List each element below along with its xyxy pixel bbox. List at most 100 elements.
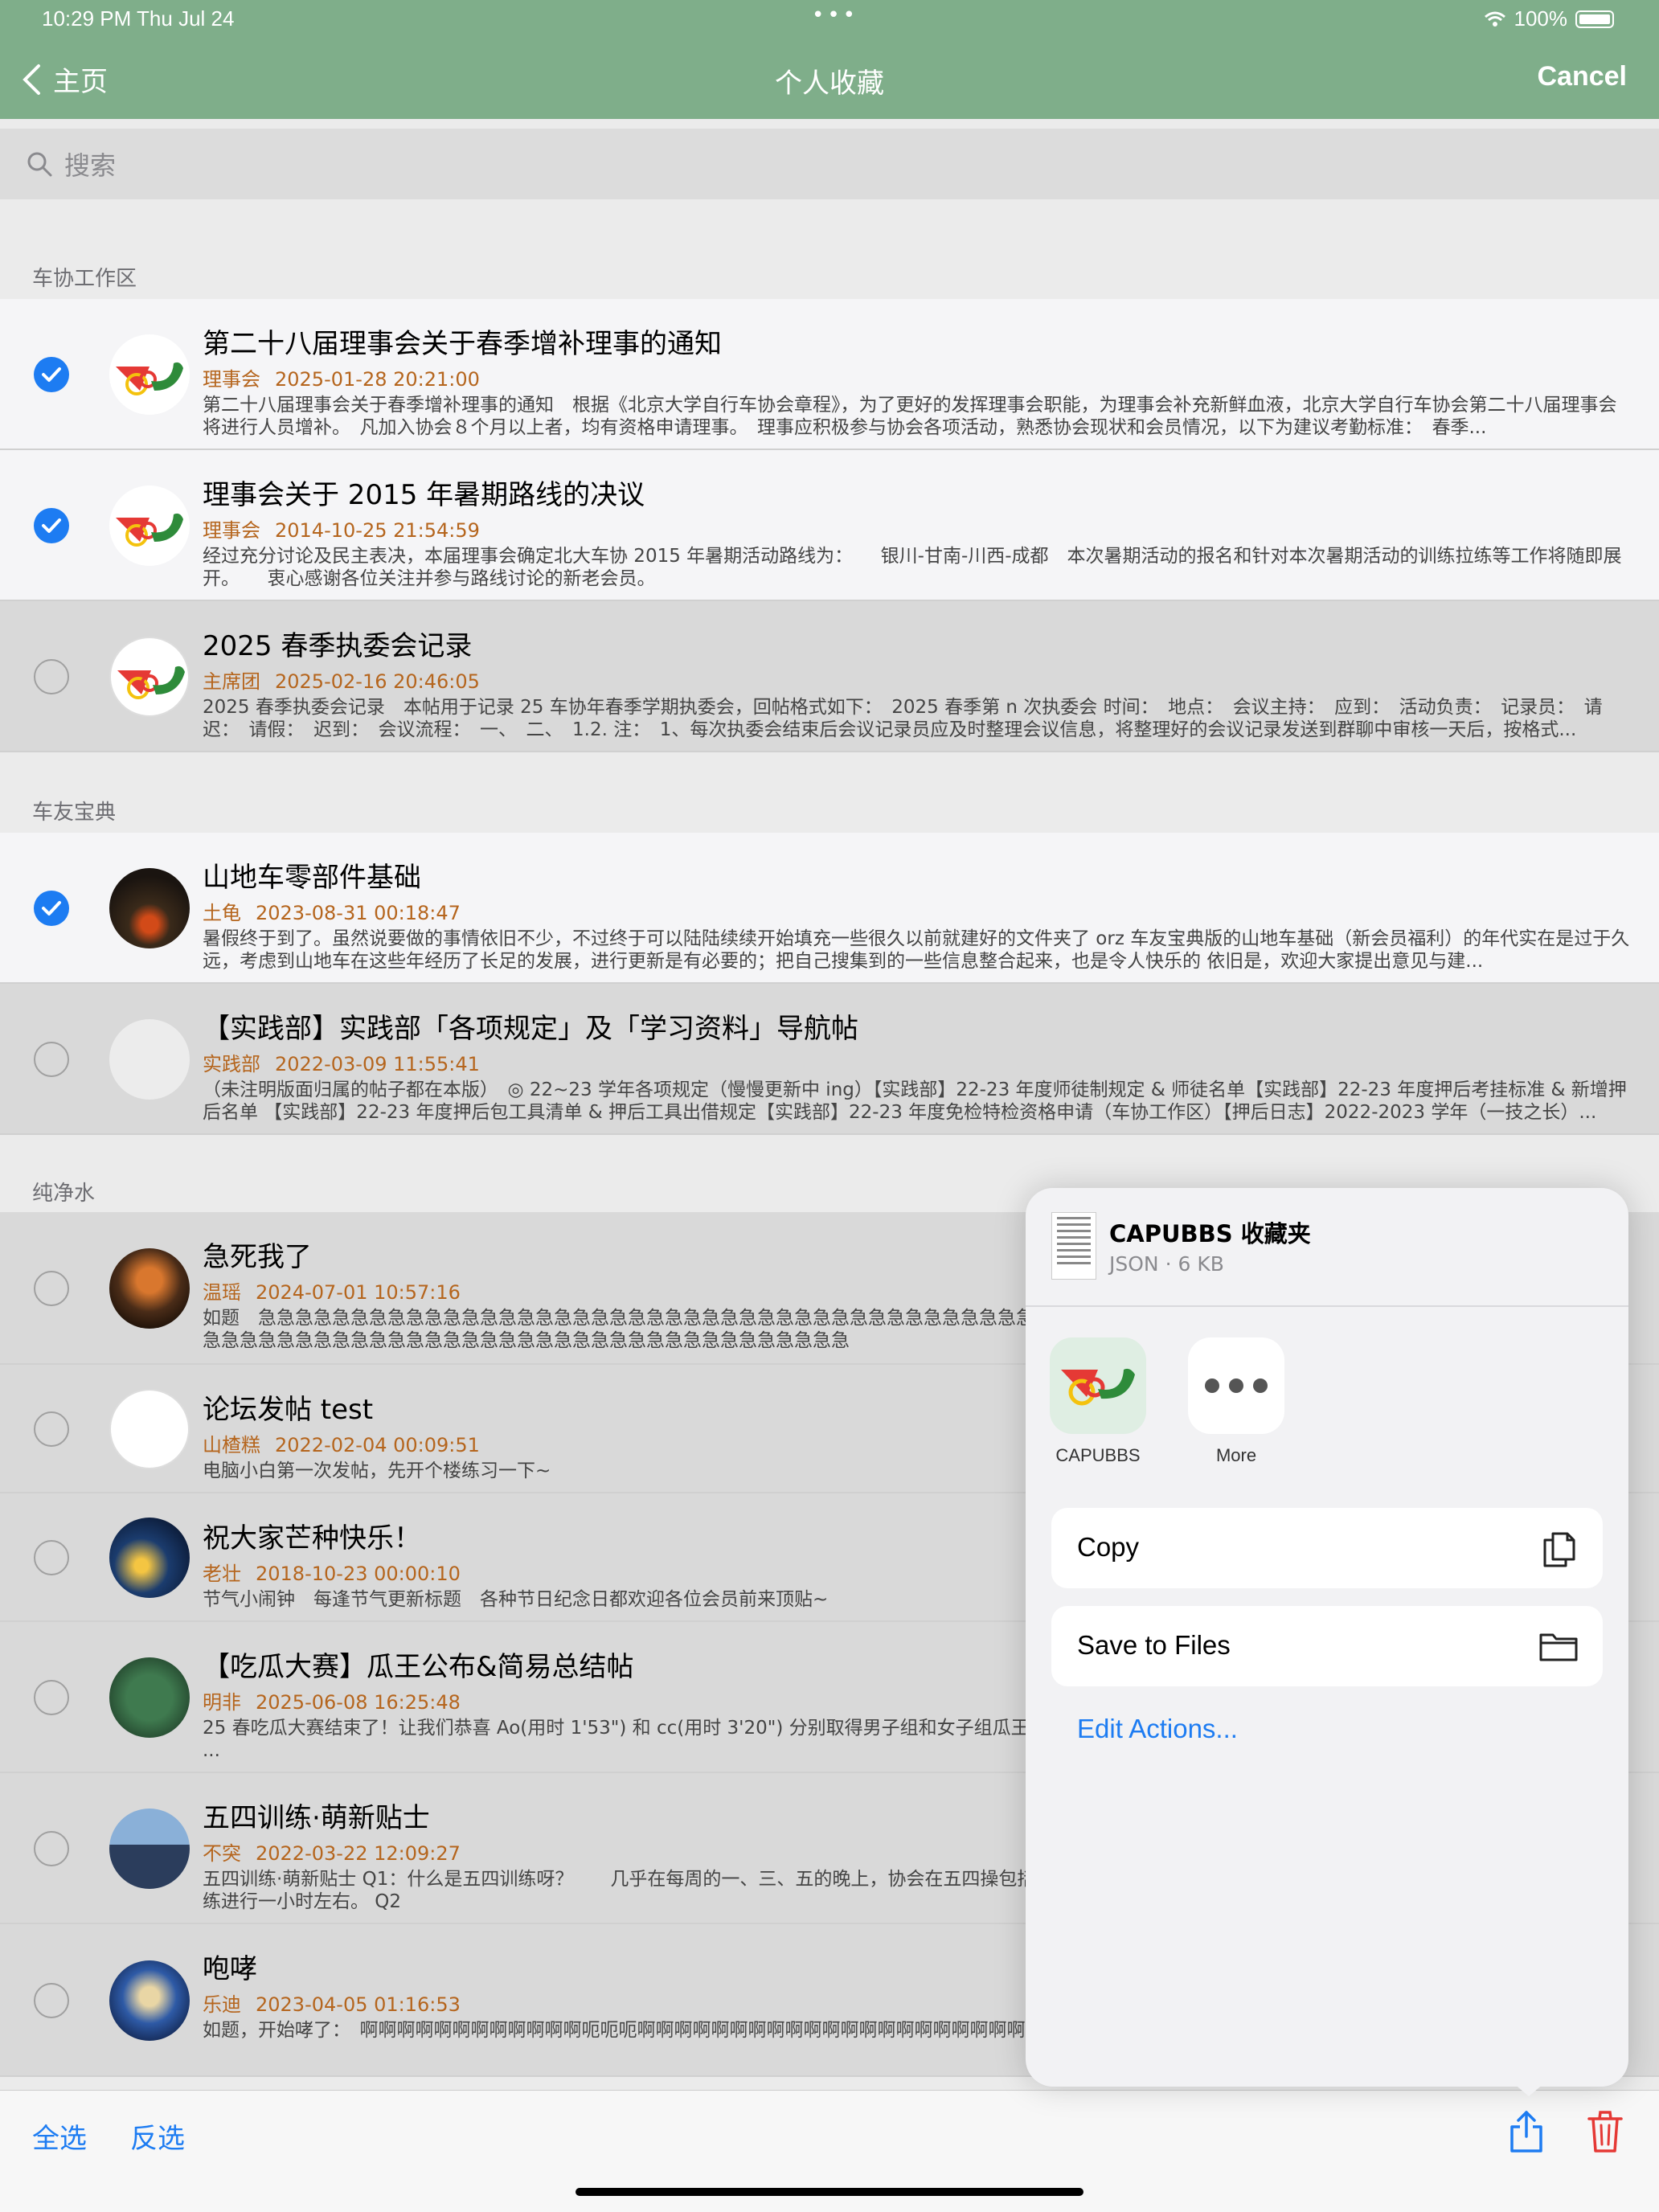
post-meta: 老壮 2018-10-23 00:00:10 — [203, 1558, 461, 1586]
post-time: 2018-10-23 00:00:10 — [256, 1563, 461, 1585]
favorite-row[interactable]: 理事会关于 2015 年暑期路线的决议 理事会 2014-10-25 21:54:5… — [0, 450, 1659, 601]
post-author[interactable]: 理事会 — [203, 368, 260, 391]
avatar — [109, 1809, 190, 1889]
avatar — [109, 1960, 190, 2041]
checkbox-checked[interactable] — [34, 357, 69, 392]
favorite-row[interactable]: 【实践部】实践部「各项规定」及「学习资料」导航帖实践部 2022-03-09 11… — [0, 984, 1659, 1135]
favorite-row[interactable]: 山地车零部件基础 土龟 2023-08-31 00:18:47 暑假终于到了。虽然说要… — [0, 833, 1659, 984]
more-apps-button[interactable] — [1188, 1337, 1284, 1434]
post-time: 2024-07-01 10:57:16 — [256, 1281, 461, 1304]
file-name: CAPUBBS 收藏夹 — [1109, 1220, 1311, 1247]
capubbs-logo-icon — [1061, 1368, 1135, 1406]
post-time: 2022-03-09 11:55:41 — [275, 1053, 480, 1075]
post-author[interactable]: 老壮 — [203, 1563, 241, 1585]
post-title: 咆哮 — [203, 1953, 257, 1985]
more-icon — [1188, 1337, 1284, 1434]
checkbox-unchecked[interactable] — [34, 1411, 69, 1447]
post-title: 第二十八届理事会关于春季增补理事的通知 — [203, 328, 722, 360]
capubbs-logo-icon — [116, 513, 183, 547]
multitask-dots[interactable]: ••• — [812, 3, 858, 27]
post-time: 2025-01-28 20:21:00 — [275, 368, 480, 391]
post-title: 祝大家芒种快乐！ — [203, 1522, 421, 1555]
post-author[interactable]: 理事会 — [203, 519, 260, 542]
checkbox-unchecked[interactable] — [34, 659, 69, 694]
favorite-row[interactable]: 2025 春季执委会记录主席团 2025-02-16 20:46:05 2025 春… — [0, 601, 1659, 752]
checkbox-unchecked[interactable] — [34, 1680, 69, 1715]
post-author[interactable]: 土龟 — [203, 902, 241, 924]
post-author[interactable]: 明非 — [203, 1691, 241, 1714]
search-bar[interactable]: 搜索 — [0, 129, 1659, 199]
post-summary: 2025 春季执委会记录 本帖用于记录 25 车协年春季学期执委会，回帖格式如下… — [203, 697, 1603, 740]
avatar — [109, 637, 190, 717]
checkbox-unchecked[interactable] — [34, 1831, 69, 1866]
post-meta: 主席团 2025-02-16 20:46:05 — [203, 666, 480, 694]
capubbs-logo-icon — [117, 666, 185, 699]
post-summary: 暑假终于到了。虽然说要做的事情依旧不少，不过终于可以陆陆续续开始填充一些很久以前… — [203, 928, 1630, 972]
post-time: 2025-06-08 16:25:48 — [256, 1691, 461, 1714]
select-all-button[interactable]: 全选 — [32, 2116, 87, 2156]
post-meta: 理事会 2025-01-28 20:21:00 — [203, 363, 480, 391]
post-title: 【实践部】实践部「各项规定」及「学习资料」导航帖 — [203, 1013, 858, 1045]
post-author[interactable]: 山楂糕 — [203, 1434, 260, 1456]
check-icon — [42, 367, 61, 382]
post-title: 急死我了 — [203, 1241, 312, 1273]
capubbs-app-button[interactable] — [1050, 1337, 1146, 1434]
checkbox-checked[interactable] — [34, 508, 69, 543]
search-placeholder: 搜索 — [64, 150, 117, 181]
checkbox-unchecked[interactable] — [34, 1271, 69, 1306]
post-time: 2023-08-31 00:18:47 — [256, 902, 461, 924]
favorite-row[interactable]: 第二十八届理事会关于春季增补理事的通知理事会 2025-01-28 20:21:0… — [0, 299, 1659, 450]
post-meta: 不突 2022-03-22 12:09:27 — [203, 1837, 461, 1866]
post-meta: 山楂糕 2022-02-04 00:09:51 — [203, 1429, 480, 1457]
share-sheet-header: CAPUBBS 收藏夹 JSON · 6 KB — [1026, 1188, 1628, 1307]
post-author[interactable]: 实践部 — [203, 1053, 260, 1075]
post-meta: 土龟 2023-08-31 00:18:47 — [203, 897, 461, 925]
post-title: 2025 春季执委会记录 — [203, 630, 473, 662]
battery-percent: 100% — [1514, 6, 1568, 31]
check-icon — [42, 518, 61, 533]
avatar — [109, 1518, 190, 1598]
share-sheet-arrow — [1508, 2079, 1550, 2096]
copy-action[interactable]: Copy — [1051, 1508, 1603, 1588]
avatar — [109, 1248, 190, 1329]
trash-icon[interactable] — [1587, 2109, 1624, 2154]
post-title: 理事会关于 2015 年暑期路线的决议 — [203, 479, 645, 511]
edit-actions-link[interactable]: Edit Actions... — [1077, 1714, 1238, 1744]
post-summary: 经过充分讨论及民主表决，本届理事会确定北大车协 2015 年暑期活动路线为： 银… — [203, 546, 1622, 589]
file-thumbnail-icon — [1051, 1212, 1096, 1280]
wifi-icon — [1484, 11, 1505, 27]
post-summary: 第二十八届理事会关于春季增补理事的通知 根据《北京大学自行车协会章程》，为了更好… — [203, 395, 1617, 438]
save-to-files-action[interactable]: Save to Files — [1051, 1606, 1603, 1686]
avatar — [109, 1657, 190, 1738]
avatar — [109, 485, 190, 566]
checkbox-checked[interactable] — [34, 891, 69, 926]
post-author[interactable]: 乐迪 — [203, 1993, 241, 2016]
post-title: 论坛发帖 test — [203, 1394, 374, 1426]
post-author[interactable]: 温瑶 — [203, 1281, 241, 1304]
invert-selection-button[interactable]: 反选 — [130, 2116, 185, 2156]
checkbox-unchecked[interactable] — [34, 1983, 69, 2018]
post-time: 2022-03-22 12:09:27 — [256, 1842, 461, 1865]
checkbox-unchecked[interactable] — [34, 1540, 69, 1575]
share-sheet: CAPUBBS 收藏夹 JSON · 6 KB CAPUBBS More Cop… — [1026, 1188, 1628, 2087]
checkbox-unchecked[interactable] — [34, 1042, 69, 1077]
cancel-button[interactable]: Cancel — [1538, 61, 1628, 92]
post-author[interactable]: 主席团 — [203, 670, 260, 693]
status-right: 100% — [1484, 6, 1614, 31]
post-time: 2023-04-05 01:16:53 — [256, 1993, 461, 2016]
post-meta: 明非 2025-06-08 16:25:48 — [203, 1686, 461, 1714]
copy-icon — [1543, 1532, 1575, 1567]
folder-icon — [1539, 1633, 1578, 1661]
post-author[interactable]: 不突 — [203, 1842, 241, 1865]
avatar — [109, 1389, 190, 1469]
check-icon — [42, 901, 61, 916]
app-label: More — [1215, 1445, 1257, 1465]
avatar — [109, 868, 190, 948]
app-label: CAPUBBS — [1055, 1445, 1141, 1465]
home-indicator[interactable] — [576, 2188, 1083, 2196]
post-meta: 温瑶 2024-07-01 10:57:16 — [203, 1276, 461, 1305]
avatar — [109, 334, 190, 415]
post-meta: 实践部 2022-03-09 11:55:41 — [203, 1048, 480, 1076]
post-summary: （未注明版面归属的帖子都在本版） ◎ 22~23 学年各项规定（慢慢更新中 in… — [203, 1079, 1627, 1123]
share-icon[interactable] — [1508, 2109, 1545, 2154]
